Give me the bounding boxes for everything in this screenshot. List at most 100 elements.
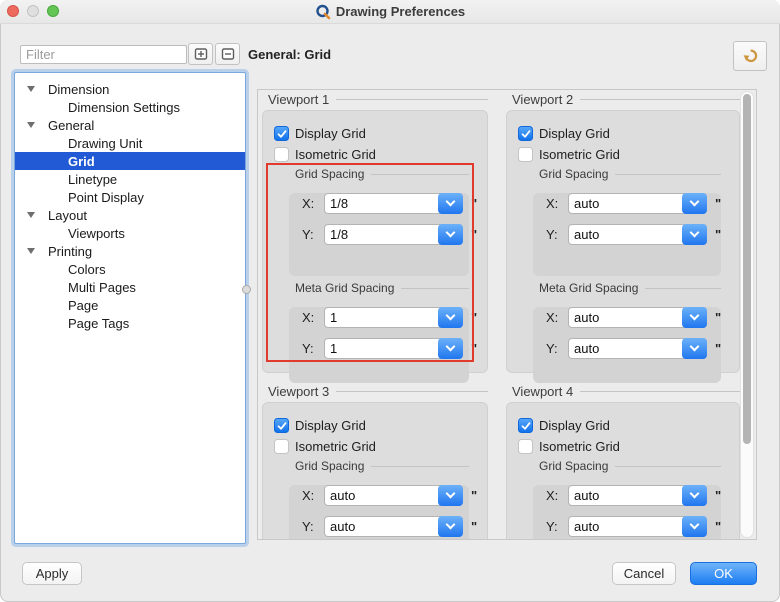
splitter-handle[interactable] xyxy=(242,285,251,294)
scrollbar-thumb[interactable] xyxy=(743,94,751,444)
isometric-grid-row: Isometric Grid xyxy=(518,147,739,162)
reset-to-defaults-button[interactable] xyxy=(733,41,767,71)
expand-all-icon xyxy=(193,47,209,61)
x-label: X: xyxy=(302,196,320,211)
unit-label: " xyxy=(715,227,721,242)
viewport-4-group: Viewport 4 Display Grid Isom xyxy=(506,384,740,398)
divider xyxy=(401,288,469,289)
chevron-down-icon[interactable] xyxy=(438,516,463,537)
subgroup-title: Grid Spacing xyxy=(289,167,364,181)
check-icon xyxy=(521,421,531,431)
unit-label: " xyxy=(715,310,721,325)
window-title: Drawing Preferences xyxy=(336,4,465,19)
sidebar-item-printing[interactable]: Printing xyxy=(15,242,245,260)
sidebar-item-dimension[interactable]: Dimension xyxy=(15,80,245,98)
triangle-down-icon[interactable] xyxy=(27,212,48,218)
unit-label: " xyxy=(471,488,477,503)
isometric-grid-label: Isometric Grid xyxy=(539,439,620,454)
display-grid-row: Display Grid xyxy=(518,418,739,433)
vp1-grid-x-combobox[interactable]: 1/8 xyxy=(324,193,463,214)
chevron-down-icon[interactable] xyxy=(682,338,707,359)
chevron-down-icon[interactable] xyxy=(438,307,463,328)
apply-button[interactable]: Apply xyxy=(22,562,82,585)
vp2-display-grid-checkbox[interactable] xyxy=(518,126,533,141)
ok-button[interactable]: OK xyxy=(690,562,757,585)
filter-input[interactable] xyxy=(20,45,187,64)
vp3-grid-y-combobox[interactable]: auto xyxy=(324,516,463,537)
vp3-grid-x-combobox[interactable]: auto xyxy=(324,485,463,506)
check-icon xyxy=(277,421,287,431)
vp1-meta-x-combobox[interactable]: 1 xyxy=(324,307,463,328)
vp2-meta-x-combobox[interactable]: auto xyxy=(568,307,707,328)
vp2-isometric-grid-checkbox[interactable] xyxy=(518,147,533,162)
divider xyxy=(615,174,721,175)
display-grid-label: Display Grid xyxy=(295,126,366,141)
vp2-grid-x-combobox[interactable]: auto xyxy=(568,193,707,214)
subgroup-title: Meta Grid Spacing xyxy=(533,281,638,295)
chevron-down-icon[interactable] xyxy=(438,338,463,359)
chevron-down-icon[interactable] xyxy=(438,485,463,506)
collapse-all-button[interactable] xyxy=(215,43,240,65)
vertical-scrollbar[interactable] xyxy=(740,91,754,538)
x-label: X: xyxy=(302,310,320,325)
vp3-isometric-grid-checkbox[interactable] xyxy=(274,439,289,454)
vp1-isometric-grid-checkbox[interactable] xyxy=(274,147,289,162)
unit-label: " xyxy=(471,341,477,356)
meta-grid-spacing-group: Meta Grid Spacing X: 1 " xyxy=(289,282,469,383)
expand-all-button[interactable] xyxy=(188,43,213,65)
meta-grid-spacing-group: Meta Grid Spacing X: auto " xyxy=(533,282,721,383)
triangle-down-icon[interactable] xyxy=(27,86,48,92)
close-icon[interactable] xyxy=(7,5,19,17)
chevron-down-icon[interactable] xyxy=(682,193,707,214)
triangle-down-icon[interactable] xyxy=(27,248,48,254)
sidebar-item-grid[interactable]: Grid xyxy=(15,152,245,170)
vp3-display-grid-checkbox[interactable] xyxy=(274,418,289,433)
subgroup-title: Meta Grid Spacing xyxy=(289,281,394,295)
viewport-settings-area: Viewport 1 Display Grid Isom xyxy=(257,89,757,540)
divider xyxy=(615,466,721,467)
sidebar-item-point-display[interactable]: Point Display xyxy=(15,188,245,206)
chevron-down-icon[interactable] xyxy=(682,485,707,506)
zoom-icon[interactable] xyxy=(47,5,59,17)
chevron-down-icon[interactable] xyxy=(438,193,463,214)
triangle-down-icon[interactable] xyxy=(27,122,48,128)
vp1-display-grid-checkbox[interactable] xyxy=(274,126,289,141)
sidebar-item-page-tags[interactable]: Page Tags xyxy=(15,314,245,332)
vp1-grid-y-combobox[interactable]: 1/8 xyxy=(324,224,463,245)
chevron-down-icon[interactable] xyxy=(682,516,707,537)
undo-icon xyxy=(742,48,759,64)
unit-label: " xyxy=(715,519,721,534)
viewport-2-group: Viewport 2 Display Grid Isom xyxy=(506,92,740,106)
collapse-all-icon xyxy=(220,47,236,61)
sidebar-item-drawing-unit[interactable]: Drawing Unit xyxy=(15,134,245,152)
vp1-meta-y-combobox[interactable]: 1 xyxy=(324,338,463,359)
page-title: General: Grid xyxy=(248,47,331,62)
x-label: X: xyxy=(546,196,564,211)
vp2-grid-y-combobox[interactable]: auto xyxy=(568,224,707,245)
display-grid-label: Display Grid xyxy=(539,126,610,141)
vp4-display-grid-checkbox[interactable] xyxy=(518,418,533,433)
vp4-isometric-grid-checkbox[interactable] xyxy=(518,439,533,454)
cancel-button[interactable]: Cancel xyxy=(612,562,676,585)
y-label: Y: xyxy=(302,519,320,534)
sidebar-item-general[interactable]: General xyxy=(15,116,245,134)
sidebar-item-viewports[interactable]: Viewports xyxy=(15,224,245,242)
vp4-grid-y-combobox[interactable]: auto xyxy=(568,516,707,537)
y-label: Y: xyxy=(546,519,564,534)
sidebar-item-linetype[interactable]: Linetype xyxy=(15,170,245,188)
chevron-down-icon[interactable] xyxy=(682,224,707,245)
group-panel: Display Grid Isometric Grid Grid Spacing xyxy=(262,402,488,539)
sidebar-item-colors[interactable]: Colors xyxy=(15,260,245,278)
divider xyxy=(371,174,469,175)
vp4-grid-x-combobox[interactable]: auto xyxy=(568,485,707,506)
group-title: Viewport 1 xyxy=(262,92,329,107)
sidebar-item-page[interactable]: Page xyxy=(15,296,245,314)
sidebar-item-multi-pages[interactable]: Multi Pages xyxy=(15,278,245,296)
group-title: Viewport 2 xyxy=(506,92,573,107)
vp2-meta-y-combobox[interactable]: auto xyxy=(568,338,707,359)
sidebar-item-dimension-settings[interactable]: Dimension Settings xyxy=(15,98,245,116)
sidebar-item-layout[interactable]: Layout xyxy=(15,206,245,224)
chevron-down-icon[interactable] xyxy=(438,224,463,245)
subgroup-title: Grid Spacing xyxy=(289,459,364,473)
chevron-down-icon[interactable] xyxy=(682,307,707,328)
